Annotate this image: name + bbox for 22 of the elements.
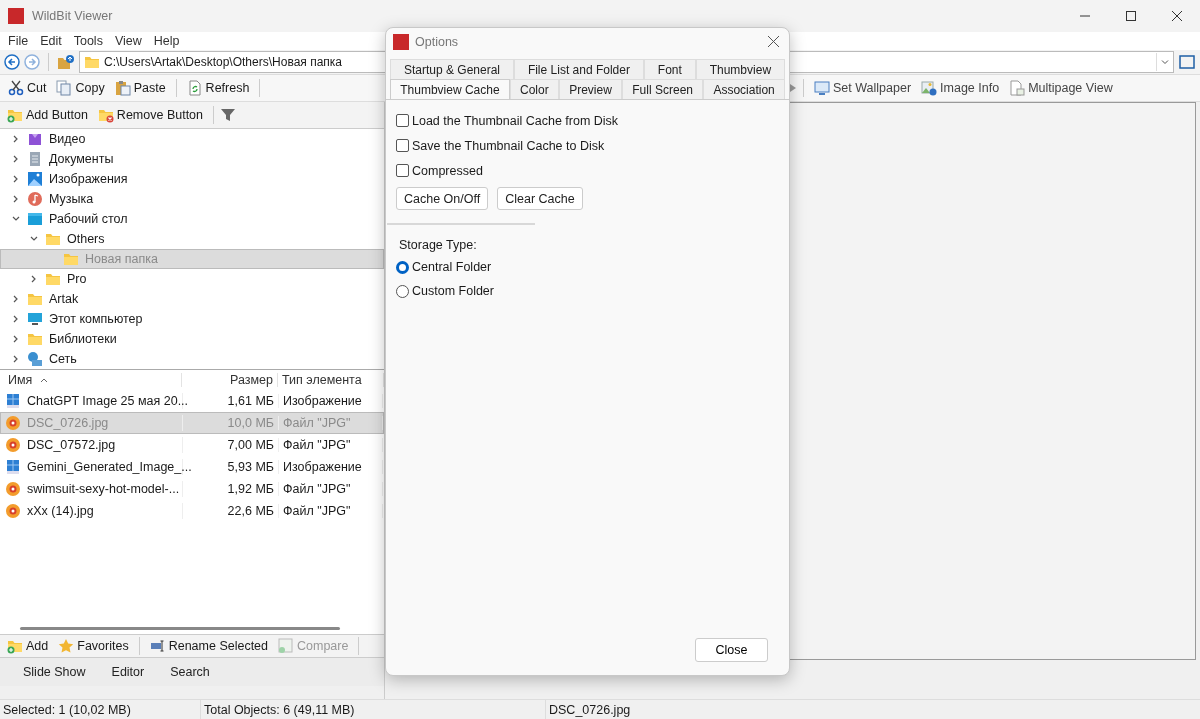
file-name: ChatGPT Image 25 мая 20... [27,394,189,408]
file-name: swimsuit-sexy-hot-model-... [27,482,180,496]
file-type: Файл "JPG" [279,482,383,496]
file-name: xXx (14).jpg [27,504,94,518]
file-type: Файл "JPG" [279,504,383,518]
dialog-title: Options [415,34,460,49]
file-size: 10,0 МБ [183,416,279,430]
status-total: Total Objects: 6 (49,11 MB) [201,700,546,719]
file-size: 1,92 МБ [183,482,279,496]
file-size: 22,6 МБ [183,504,279,518]
status-filename: DSC_0726.jpg [548,701,632,719]
storage-type-label: Storage Type: [399,238,477,252]
file-type: Файл "JPG" [279,438,383,452]
file-name: Gemini_Generated_Image_... [27,460,192,474]
file-type: Файл "JPG" [279,416,383,430]
file-size: 7,00 МБ [183,438,279,452]
window-title: WildBit Viewer [32,9,114,23]
file-name: DSC_0726.jpg [27,416,109,430]
file-type: Изображение [279,460,383,474]
file-type: Изображение [279,394,383,408]
file-name: DSC_07572.jpg [27,438,116,452]
status-selected: Selected: 1 (10,02 MB) [0,700,201,719]
